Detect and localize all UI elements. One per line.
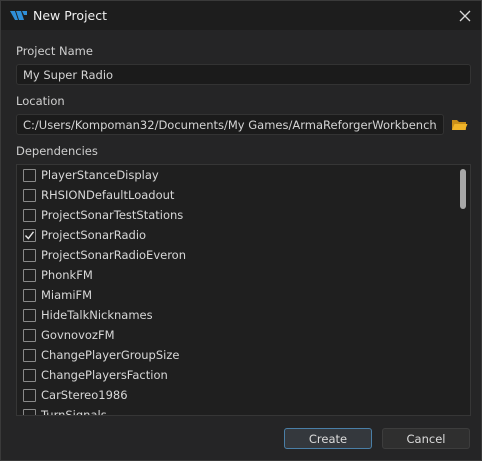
dependency-item[interactable]: PlayerStanceDisplay [17, 165, 454, 185]
dependency-checkbox[interactable] [23, 228, 36, 242]
title-bar: New Project [1, 1, 481, 30]
dependencies-scrollbar[interactable] [456, 165, 470, 415]
dependency-item[interactable]: HideTalkNicknames [17, 305, 454, 325]
close-button[interactable] [449, 1, 481, 30]
dependency-name: ChangePlayerGroupSize [41, 348, 180, 362]
dependency-item[interactable]: MiamiFM [17, 285, 454, 305]
scrollbar-thumb[interactable] [460, 169, 466, 209]
dependency-item[interactable]: ProjectSonarRadio [17, 225, 454, 245]
dependency-item[interactable]: RHSIONDefaultLoadout [17, 185, 454, 205]
dependency-name: RHSIONDefaultLoadout [41, 188, 175, 202]
folder-icon [451, 119, 467, 130]
browse-folder-button[interactable] [448, 114, 470, 135]
dependency-item[interactable]: ChangePlayersFaction [17, 365, 454, 385]
dependency-name: PhonkFM [41, 268, 93, 282]
dependency-checkbox[interactable] [23, 268, 36, 282]
dependency-name: ProjectSonarRadio [41, 228, 147, 242]
dependency-checkbox[interactable] [23, 188, 36, 202]
dependencies-list: PlayerStanceDisplay RHSIONDefaultLoadout P… [16, 164, 471, 416]
dependency-item[interactable]: GovnovozFM [17, 325, 454, 345]
dependency-name: HideTalkNicknames [41, 308, 153, 322]
dependency-checkbox[interactable] [23, 388, 36, 402]
dependency-item[interactable]: PhonkFM [17, 265, 454, 285]
dependency-checkbox[interactable] [23, 308, 36, 322]
dependency-name: ProjectSonarTestStations [41, 208, 184, 222]
dependency-checkbox[interactable] [23, 368, 36, 382]
dependency-name: ProjectSonarRadioEveron [41, 248, 187, 262]
close-icon [459, 10, 471, 21]
location-input[interactable] [16, 114, 444, 135]
dependency-checkbox[interactable] [23, 168, 36, 182]
project-name-label: Project Name [16, 44, 93, 58]
workbench-logo-icon [10, 10, 28, 21]
dependency-checkbox[interactable] [23, 288, 36, 302]
checkmark-icon [24, 230, 35, 240]
dependency-checkbox[interactable] [23, 348, 36, 362]
dependencies-items: PlayerStanceDisplay RHSIONDefaultLoadout P… [17, 165, 454, 416]
dependency-name: ChangePlayersFaction [41, 368, 168, 382]
cancel-button[interactable]: Cancel [382, 428, 470, 449]
dependency-name: MiamiFM [41, 288, 93, 302]
dependency-item[interactable]: ChangePlayerGroupSize [17, 345, 454, 365]
dependency-name: TurnSignals [41, 408, 107, 416]
create-button[interactable]: Create [284, 428, 372, 449]
dependency-item[interactable]: ProjectSonarTestStations [17, 205, 454, 225]
project-name-input[interactable] [16, 64, 471, 85]
window-title: New Project [33, 8, 108, 23]
dependency-checkbox[interactable] [23, 328, 36, 342]
dependency-name: CarStereo1986 [41, 388, 128, 402]
dependency-checkbox[interactable] [23, 248, 36, 262]
location-label: Location [16, 94, 65, 108]
dependency-checkbox[interactable] [23, 208, 36, 222]
dependency-name: PlayerStanceDisplay [41, 168, 159, 182]
dependency-item[interactable]: TurnSignals [17, 405, 454, 416]
dependency-item[interactable]: ProjectSonarRadioEveron [17, 245, 454, 265]
dependency-item[interactable]: CarStereo1986 [17, 385, 454, 405]
dependency-name: GovnovozFM [41, 328, 115, 342]
dependency-checkbox[interactable] [23, 408, 36, 415]
new-project-dialog: New Project Project Name Location Depend… [0, 0, 482, 461]
dependencies-label: Dependencies [16, 144, 98, 158]
